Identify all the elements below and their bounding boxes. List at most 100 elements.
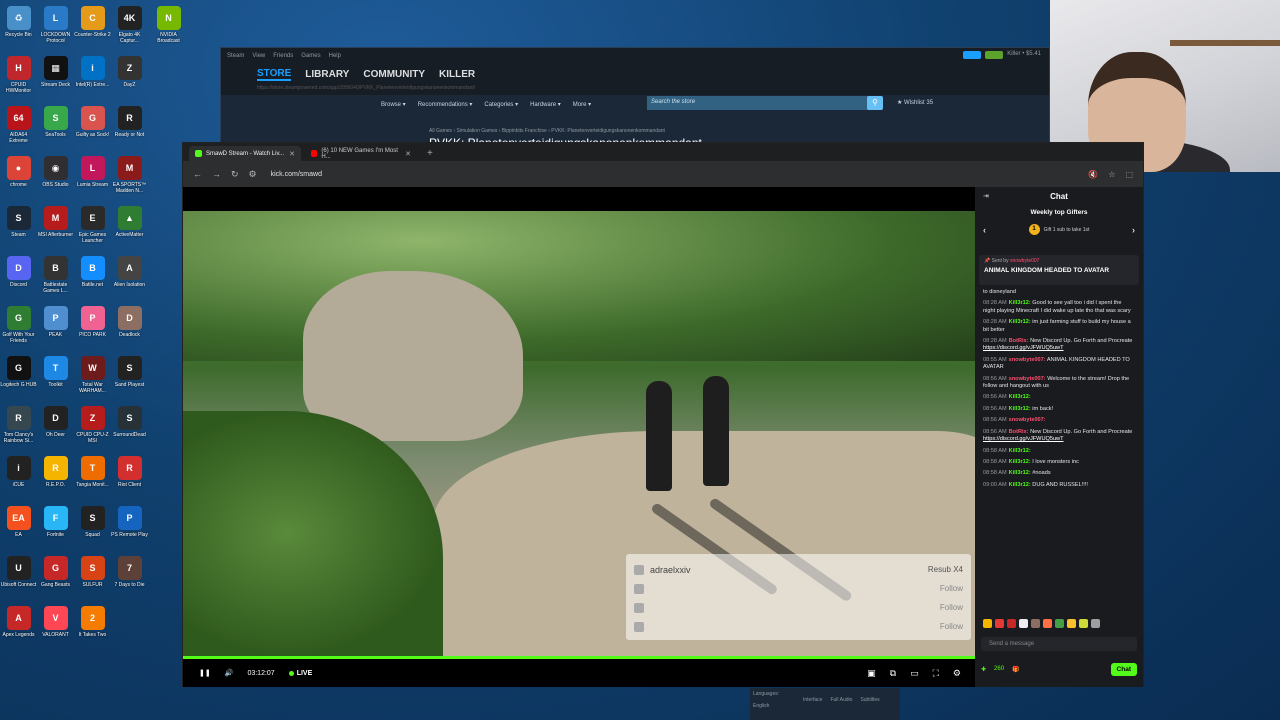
emote-icon[interactable]: [1019, 619, 1028, 628]
search-icon[interactable]: ⚲: [867, 96, 883, 110]
desktop-icon[interactable]: ◉ OBS Studio: [37, 156, 74, 188]
desktop-icon[interactable]: ● chrome: [0, 156, 37, 188]
site-info-icon[interactable]: ⚙: [249, 169, 257, 180]
desktop-icon[interactable]: D Oh Deer: [37, 406, 74, 438]
desktop-icon[interactable]: N NVIDIA Broadcast: [150, 6, 187, 44]
message-link[interactable]: https://discord.gg/vJFWUQ5uwT: [983, 345, 1064, 351]
settings-icon[interactable]: ⚙: [953, 668, 961, 679]
clip-icon[interactable]: ▣: [867, 668, 876, 679]
desktop-icon[interactable]: R R.E.P.O.: [37, 456, 74, 488]
desktop-icon[interactable]: i iCUE: [0, 456, 37, 488]
steam-wishlist-link[interactable]: ★ Wishlist 35: [897, 99, 933, 106]
desktop-icon[interactable]: W Total War WARHAM...: [74, 356, 111, 394]
desktop-icon[interactable]: 7 7 Days to Die: [111, 556, 148, 588]
desktop-icon[interactable]: D Discord: [0, 256, 37, 288]
emote-icon[interactable]: [1067, 619, 1076, 628]
collapse-chat-icon[interactable]: ⇥: [983, 192, 989, 200]
message-user[interactable]: Kill3r12:: [1009, 448, 1031, 454]
desktop-icon[interactable]: A Alien Isolation: [111, 256, 148, 288]
chat-input[interactable]: Send a message: [981, 637, 1137, 651]
store-menu-hardware[interactable]: Hardware ▾: [530, 101, 561, 108]
desktop-icon[interactable]: EA EA: [0, 506, 37, 538]
steam-nav-killer[interactable]: KILLER: [439, 69, 475, 80]
desktop-icon[interactable]: ♻ Recycle Bin: [0, 6, 37, 38]
desktop-icon[interactable]: S Steam: [0, 206, 37, 238]
close-icon[interactable]: ✕: [405, 150, 411, 158]
desktop-icon[interactable]: i Intel(R) Extre...: [74, 56, 111, 88]
steam-notify-icon[interactable]: [963, 51, 982, 59]
emote-icon[interactable]: [1091, 619, 1100, 628]
message-link[interactable]: https://discord.gg/vJFWUQ5uwT: [983, 436, 1064, 442]
fullscreen-icon[interactable]: ⛶: [933, 668, 939, 679]
desktop-icon[interactable]: B Battle.net: [74, 256, 111, 288]
desktop-icon[interactable]: P PS Remote Play: [111, 506, 148, 538]
message-user[interactable]: Kill3r12:: [1009, 406, 1031, 412]
chevron-left-icon[interactable]: ‹: [983, 225, 986, 235]
emote-icon[interactable]: [1007, 619, 1016, 628]
desktop-icon[interactable]: 64 AIDA64 Extreme: [0, 106, 37, 144]
steam-menu-item[interactable]: Steam: [227, 53, 244, 59]
desktop-icon[interactable]: G Logitech G HUB: [0, 356, 37, 388]
desktop-icon[interactable]: G Guilty as Sock!: [74, 106, 111, 138]
message-user[interactable]: Kill3r12:: [1009, 482, 1031, 488]
close-icon[interactable]: ✕: [289, 150, 295, 158]
desktop-icon[interactable]: S Sand Playest: [111, 356, 148, 388]
steam-nav-store[interactable]: STORE: [257, 68, 292, 81]
desktop-icon[interactable]: 2 It Takes Two: [74, 606, 111, 638]
emote-icon[interactable]: [983, 619, 992, 628]
desktop-icon[interactable]: R Riot Client: [111, 456, 148, 488]
desktop-icon[interactable]: H CPUID HWMonitor: [0, 56, 37, 94]
desktop-icon[interactable]: T Tangia Monit...: [74, 456, 111, 488]
desktop-icon[interactable]: M EA SPORTS™ Madden N...: [111, 156, 148, 194]
store-menu-browse[interactable]: Browse ▾: [381, 101, 406, 108]
steam-user-label[interactable]: Killer • $5.41: [1007, 51, 1041, 59]
gift-icon[interactable]: 🎁: [1012, 666, 1019, 673]
tab-youtube[interactable]: (6) 10 NEW Games I'm Most H... ✕: [305, 146, 417, 161]
desktop-icon[interactable]: S SurroundDead: [111, 406, 148, 438]
desktop-icon[interactable]: D Deadlock: [111, 306, 148, 338]
desktop-icon[interactable]: Z CPUID CPU-Z MSI: [74, 406, 111, 444]
emote-icon[interactable]: [995, 619, 1004, 628]
gift-prompt-row[interactable]: 1 Gift 1 sub to take 1st: [975, 224, 1143, 235]
store-menu-more[interactable]: More ▾: [573, 101, 591, 108]
desktop-icon[interactable]: R Tom Clancy's Rainbow Si...: [0, 406, 37, 444]
desktop-icon[interactable]: T Toolkit: [37, 356, 74, 388]
desktop-icon[interactable]: G Gang Beasts: [37, 556, 74, 588]
tab-kick-stream[interactable]: SmawD Stream - Watch Liv... ✕: [189, 146, 301, 161]
message-user[interactable]: snowbyte007:: [1009, 357, 1046, 363]
message-user[interactable]: BotRix:: [1009, 429, 1029, 435]
steam-search-input[interactable]: Search the store: [647, 96, 869, 110]
extensions-icon[interactable]: ⬚: [1125, 170, 1133, 179]
desktop-icon[interactable]: ▲ ActiveMatter: [111, 206, 148, 238]
desktop-icon[interactable]: L LOCKDOWN Protocol: [37, 6, 74, 44]
desktop-icon[interactable]: S Squad: [74, 506, 111, 538]
steam-nav-library[interactable]: LIBRARY: [305, 69, 349, 80]
desktop-icon[interactable]: L Lumia Stream: [74, 156, 111, 188]
message-user[interactable]: Kill3r12:: [1009, 300, 1031, 306]
store-menu-categories[interactable]: Categories ▾: [484, 101, 518, 108]
emote-icon[interactable]: [1043, 619, 1052, 628]
send-chat-button[interactable]: Chat: [1110, 662, 1137, 676]
desktop-icon[interactable]: P PICO PARK: [74, 306, 111, 338]
steam-menu-item[interactable]: View: [252, 53, 265, 59]
steam-menu-item[interactable]: Games: [301, 53, 320, 59]
back-icon[interactable]: ←: [193, 169, 202, 179]
theater-icon[interactable]: ▭: [910, 668, 919, 679]
emote-icon[interactable]: [1055, 619, 1064, 628]
pause-icon[interactable]: ❚❚: [199, 669, 211, 677]
forward-icon[interactable]: →: [212, 169, 221, 179]
steam-menu-item[interactable]: Help: [329, 53, 341, 59]
pinned-message[interactable]: 📌 Sent by snowbyte007 ANIMAL KINGDOM HEA…: [979, 255, 1139, 285]
desktop-icon[interactable]: S SeaTools: [37, 106, 74, 138]
desktop-icon[interactable]: S SULFUR: [74, 556, 111, 588]
steam-nav-community[interactable]: COMMUNITY: [363, 69, 425, 80]
desktop-icon[interactable]: 4K Elgato 4K Captur...: [111, 6, 148, 44]
emote-icon[interactable]: [1031, 619, 1040, 628]
emote-icon[interactable]: [1079, 619, 1088, 628]
message-user[interactable]: snowbyte007:: [1009, 417, 1046, 423]
bookmark-star-icon[interactable]: ☆: [1108, 170, 1115, 179]
message-user[interactable]: Kill3r12:: [1009, 470, 1031, 476]
desktop-icon[interactable]: ▦ Stream Deck: [37, 56, 74, 88]
message-user[interactable]: BotRix:: [1009, 338, 1029, 344]
steam-menu-item[interactable]: Friends: [273, 53, 293, 59]
